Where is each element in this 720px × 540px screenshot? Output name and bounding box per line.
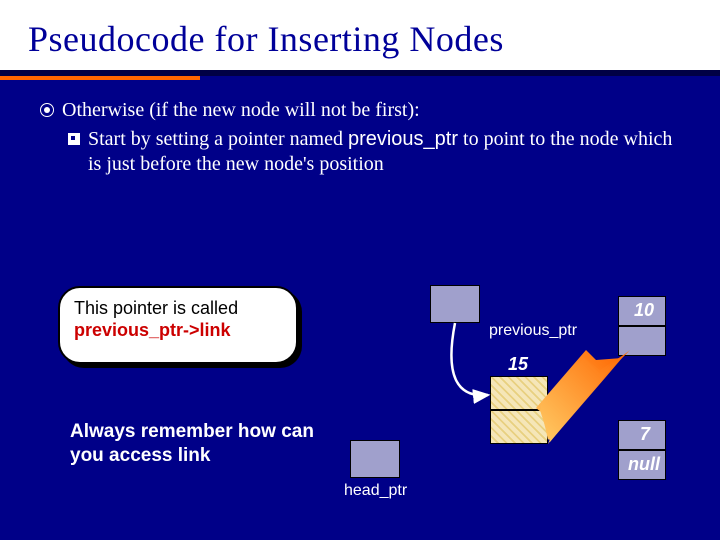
bullet1-text: Otherwise (if the new node will not be f… [62,98,420,123]
node-7-data [618,420,666,450]
callout-line2: previous_ptr->link [74,320,282,342]
value-10: 10 [634,300,654,321]
callout-line1: This pointer is called [74,298,282,320]
node-7-link [618,450,666,480]
value-null: null [628,454,660,475]
remember-text: Always remember how can you access link [70,420,330,468]
title-area: Pseudocode for Inserting Nodes [0,0,720,70]
node-10-data [618,296,666,326]
value-7: 7 [640,424,650,445]
b2-code: previous_ptr [348,128,458,150]
content-area: Otherwise (if the new node will not be f… [0,80,720,177]
value-15: 15 [508,354,528,375]
callout-box: This pointer is called previous_ptr->lin… [58,286,298,364]
bullet-level2: Start by setting a pointer named previou… [68,127,680,177]
node-10-link [618,326,666,356]
callout-shadow: This pointer is called previous_ptr->lin… [62,290,302,368]
previous-ptr-label: previous_ptr [489,322,577,340]
node-15-link [490,410,548,444]
node-15-data [490,376,548,410]
page-title: Pseudocode for Inserting Nodes [28,18,700,60]
head-ptr-box [350,440,400,478]
bullet-circle-icon [40,103,54,117]
previous-ptr-box [430,285,480,323]
head-ptr-label: head_ptr [344,482,407,500]
bullet-level1: Otherwise (if the new node will not be f… [40,98,680,123]
bullet-square-icon [68,133,80,145]
slide: Pseudocode for Inserting Nodes Otherwise… [0,0,720,540]
b2-pre: Start by setting a pointer named [88,128,348,150]
bullet2-text: Start by setting a pointer named previou… [88,127,680,177]
